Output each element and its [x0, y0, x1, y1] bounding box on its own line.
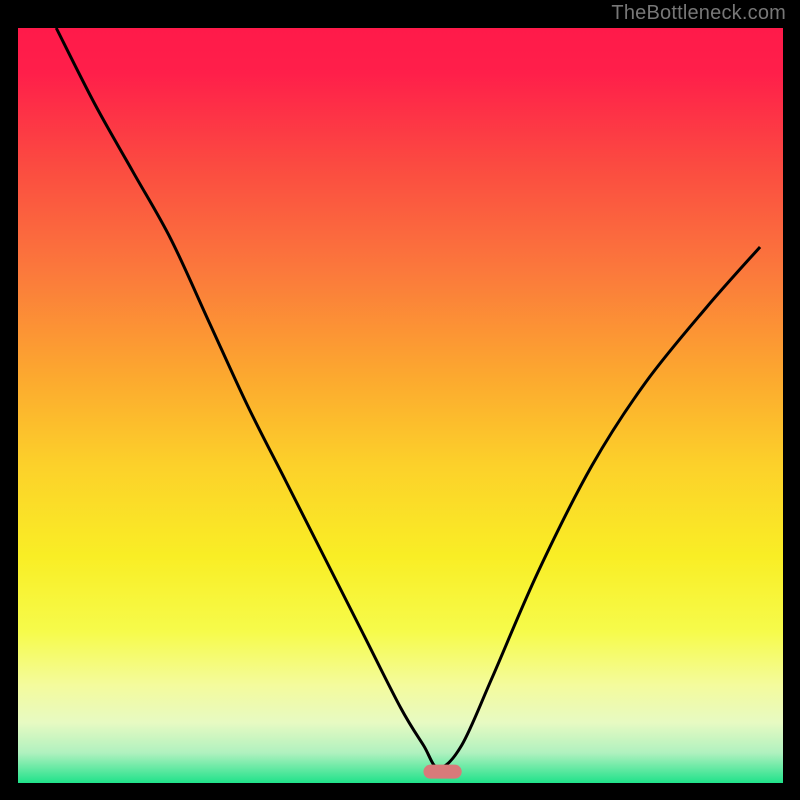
chart-container: TheBottleneck.com — [0, 0, 800, 800]
plot-background — [18, 28, 783, 783]
optimum-marker — [423, 765, 461, 779]
bottleneck-chart — [0, 0, 800, 800]
